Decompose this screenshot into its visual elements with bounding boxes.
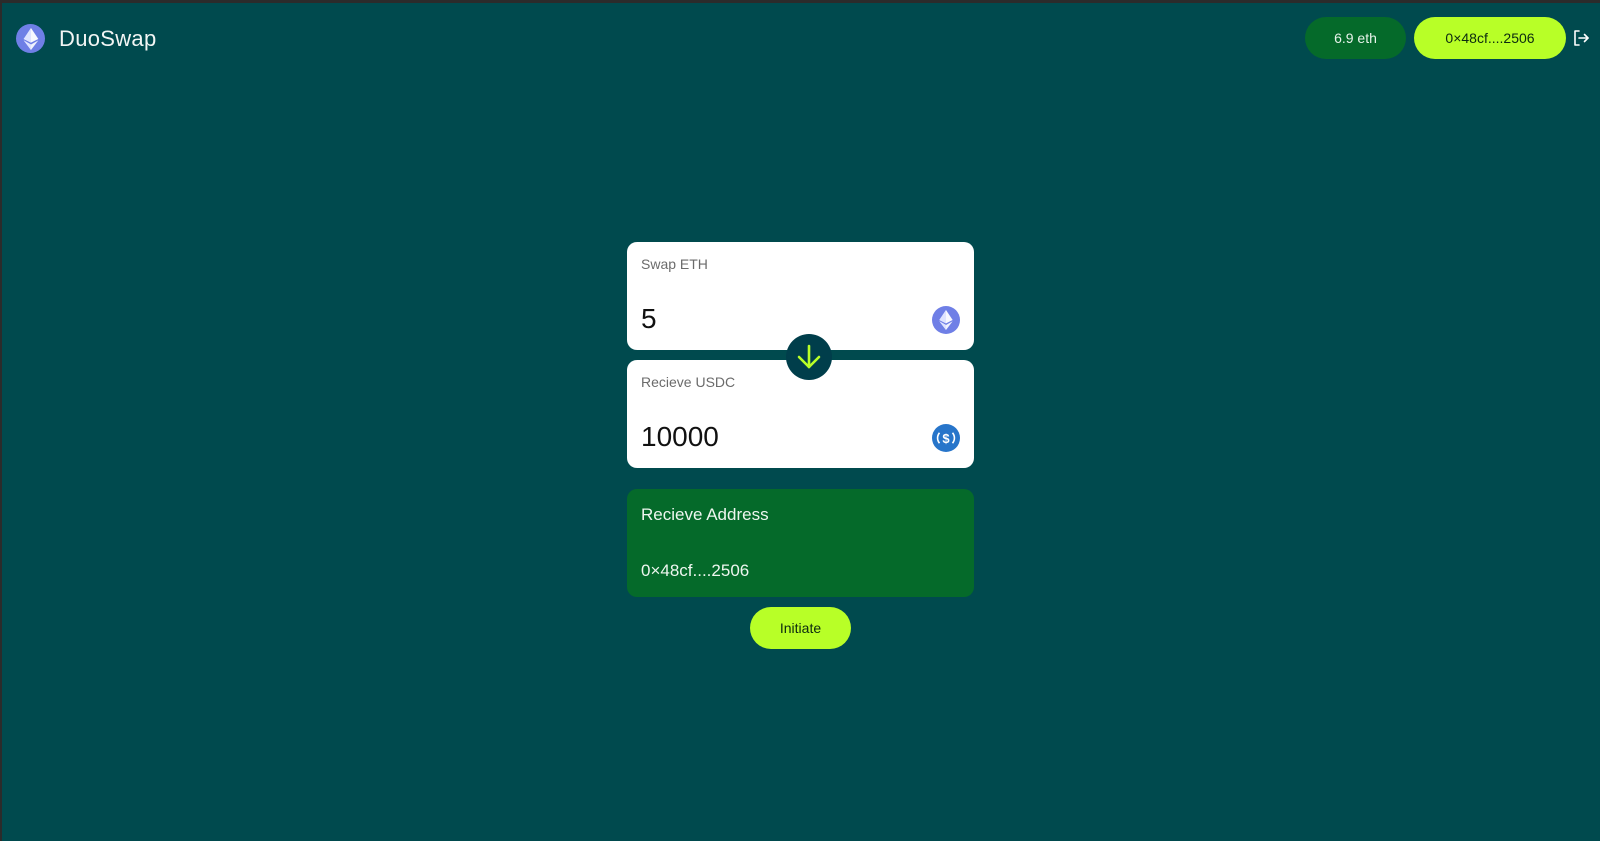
usdc-icon: $ [932, 424, 960, 452]
swap-from-label: Swap ETH [641, 256, 708, 272]
swap-to-amount-input[interactable] [641, 421, 891, 453]
receive-address-box: Recieve Address 0×48cf....2506 [627, 489, 974, 597]
ethereum-icon [932, 306, 960, 334]
swap-to-label: Recieve USDC [641, 374, 736, 390]
ethereum-icon [16, 24, 45, 53]
logout-icon[interactable] [1572, 29, 1590, 47]
svg-text:$: $ [942, 431, 950, 446]
receive-address-title: Recieve Address [641, 505, 769, 524]
balance-badge: 6.9 eth [1305, 17, 1406, 59]
initiate-button[interactable]: Initiate [750, 607, 851, 649]
arrow-down-icon [797, 344, 821, 369]
swap-from-card: Swap ETH [627, 242, 974, 350]
receive-address-value[interactable]: 0×48cf....2506 [641, 561, 749, 581]
wallet-address-button[interactable]: 0×48cf....2506 [1414, 17, 1566, 59]
app-name: DuoSwap [59, 25, 157, 51]
swap-direction-button[interactable] [786, 334, 832, 380]
brand[interactable]: DuoSwap [16, 24, 157, 53]
swap-from-amount-input[interactable] [641, 303, 891, 335]
